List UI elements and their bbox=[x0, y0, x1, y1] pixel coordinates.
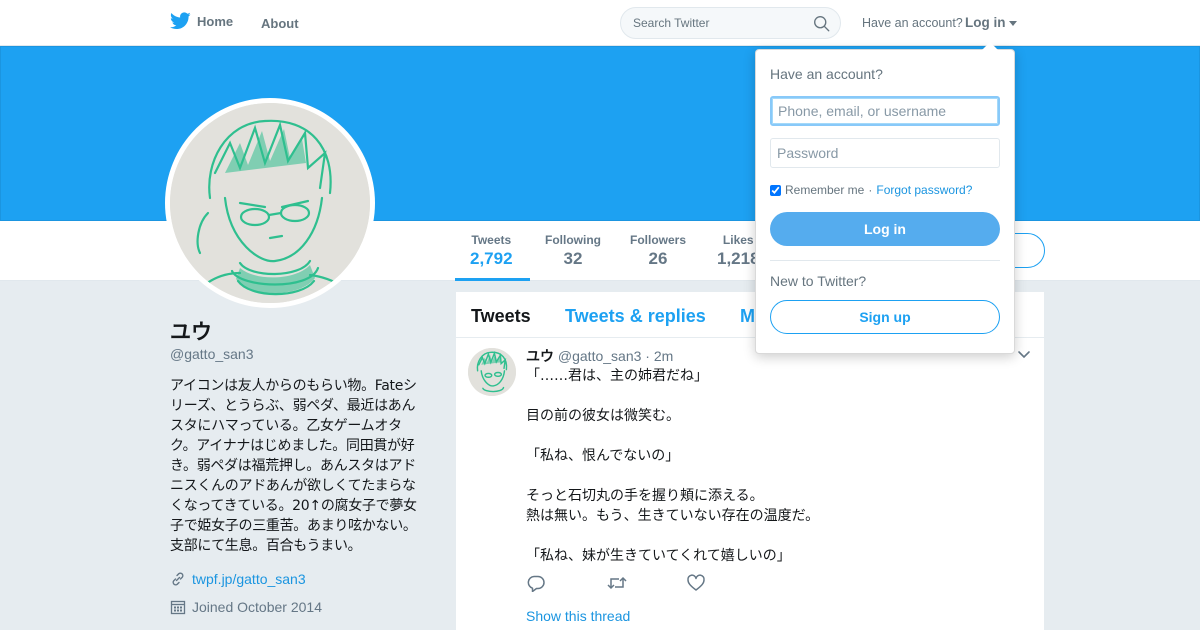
caret-down-icon bbox=[1008, 20, 1017, 26]
search-icon[interactable] bbox=[813, 15, 830, 32]
tweet-timestamp[interactable]: 2m bbox=[654, 348, 673, 364]
tweet-line: 「私ね、妹が生きていてくれて嬉しいの」 bbox=[526, 548, 791, 564]
login-toggle-label: Log in bbox=[965, 15, 1006, 30]
profile-website: twpf.jp/gatto_san3 bbox=[170, 571, 306, 587]
login-dropdown: Have an account? Remember me · Forgot pa… bbox=[755, 42, 1015, 354]
profile-avatar-frame bbox=[165, 98, 375, 308]
stat-label: Followers bbox=[630, 233, 687, 247]
password-input[interactable] bbox=[770, 138, 1000, 168]
tweet-line: 「私ね、恨んでないの」 bbox=[526, 448, 680, 464]
like-button[interactable] bbox=[686, 574, 766, 596]
tab-media[interactable]: M bbox=[740, 306, 755, 327]
stat-value: 32 bbox=[563, 249, 583, 268]
stat-label: Likes bbox=[722, 233, 754, 247]
stat-value: 1,218 bbox=[717, 249, 760, 268]
heart-icon bbox=[687, 574, 705, 591]
avatar-illustration bbox=[170, 103, 370, 303]
tweet-line bbox=[526, 466, 1026, 486]
tweet-avatar-illustration bbox=[468, 348, 516, 396]
remember-separator: · bbox=[868, 183, 873, 197]
stat-label: Following bbox=[545, 233, 601, 247]
new-to-twitter-text: New to Twitter? bbox=[770, 273, 867, 289]
tweet-actions bbox=[526, 574, 766, 596]
remember-me-row: Remember me · Forgot password? bbox=[770, 183, 972, 197]
profile-website-link[interactable]: twpf.jp/gatto_san3 bbox=[192, 571, 306, 587]
stat-likes[interactable]: Likes 1,218 bbox=[717, 233, 760, 269]
login-dropdown-toggle[interactable]: Log in bbox=[965, 15, 1017, 30]
profile-bio: アイコンは友人からのもらい物。Fateシリーズ、とうらぶ、弱ペダ、最近はあんスタ… bbox=[170, 378, 417, 554]
tweet-line bbox=[526, 386, 1026, 406]
tweet-line: 目の前の彼女は微笑む。 bbox=[526, 408, 680, 424]
tweet-line: そっと石切丸の手を握り頬に添える。 bbox=[526, 488, 764, 504]
tweet-author-handle[interactable]: @gatto_san3 bbox=[558, 348, 642, 364]
tweet-author-name[interactable]: ユウ bbox=[526, 348, 554, 364]
link-icon bbox=[172, 572, 184, 586]
tab-tweets[interactable]: Tweets bbox=[471, 306, 531, 327]
active-tab-underline bbox=[455, 278, 530, 281]
nav-home-link[interactable]: Home bbox=[170, 12, 233, 30]
stat-value: 2,792 bbox=[470, 249, 513, 268]
tweet-header: ユウ @gatto_san3 · 2m bbox=[526, 346, 673, 366]
remember-me-label: Remember me bbox=[785, 183, 865, 197]
dropdown-title: Have an account? bbox=[770, 66, 883, 82]
stat-tweets[interactable]: Tweets 2,792 bbox=[470, 233, 513, 269]
twitter-bird-icon bbox=[170, 12, 191, 30]
profile-handle[interactable]: @gatto_san3 bbox=[170, 346, 254, 362]
tweet-line: 「……君は、主の姉君だね」 bbox=[526, 368, 708, 384]
tweet-text: 「……君は、主の姉君だね」 目の前の彼女は微笑む。 「私ね、恨んでないの」 そっ… bbox=[526, 366, 1026, 566]
tweet-line bbox=[526, 526, 1026, 546]
reply-icon bbox=[527, 575, 545, 593]
tweet-separator: · bbox=[645, 348, 650, 364]
retweet-button[interactable] bbox=[606, 574, 686, 596]
search-input[interactable] bbox=[633, 16, 808, 30]
avatar[interactable] bbox=[170, 103, 370, 303]
dropdown-arrow bbox=[982, 42, 998, 50]
profile-name: ユウ bbox=[170, 321, 212, 344]
search-box bbox=[620, 7, 841, 39]
stat-value: 26 bbox=[648, 249, 668, 268]
have-account-text: Have an account? bbox=[862, 16, 963, 30]
stat-followers[interactable]: Followers 26 bbox=[630, 233, 686, 269]
retweet-icon bbox=[607, 576, 627, 590]
signup-button[interactable]: Sign up bbox=[770, 300, 1000, 334]
stat-label: Tweets bbox=[471, 233, 512, 247]
show-thread-link[interactable]: Show this thread bbox=[526, 608, 630, 624]
chevron-down-icon[interactable] bbox=[1017, 350, 1031, 360]
nav-about-link[interactable]: About bbox=[261, 16, 299, 31]
tab-tweets-and-replies[interactable]: Tweets & replies bbox=[565, 306, 706, 327]
home-label: Home bbox=[197, 13, 234, 29]
tweet-line: 熱は無い。もう、生きていない存在の温度だ。 bbox=[526, 508, 820, 524]
tweet-avatar[interactable] bbox=[468, 348, 516, 396]
profile-joined: Joined October 2014 bbox=[170, 599, 322, 615]
tweet-line bbox=[526, 426, 1026, 446]
remember-me-checkbox[interactable] bbox=[770, 184, 781, 196]
calendar-icon bbox=[170, 600, 186, 615]
username-input[interactable] bbox=[770, 96, 1000, 126]
joined-date: Joined October 2014 bbox=[192, 599, 322, 615]
stat-following[interactable]: Following 32 bbox=[545, 233, 601, 269]
top-nav: Home About Have an account? Log in bbox=[0, 0, 1200, 46]
forgot-password-link[interactable]: Forgot password? bbox=[876, 183, 972, 197]
dropdown-divider bbox=[770, 260, 1000, 261]
reply-button[interactable] bbox=[526, 574, 606, 596]
login-button[interactable]: Log in bbox=[770, 212, 1000, 246]
